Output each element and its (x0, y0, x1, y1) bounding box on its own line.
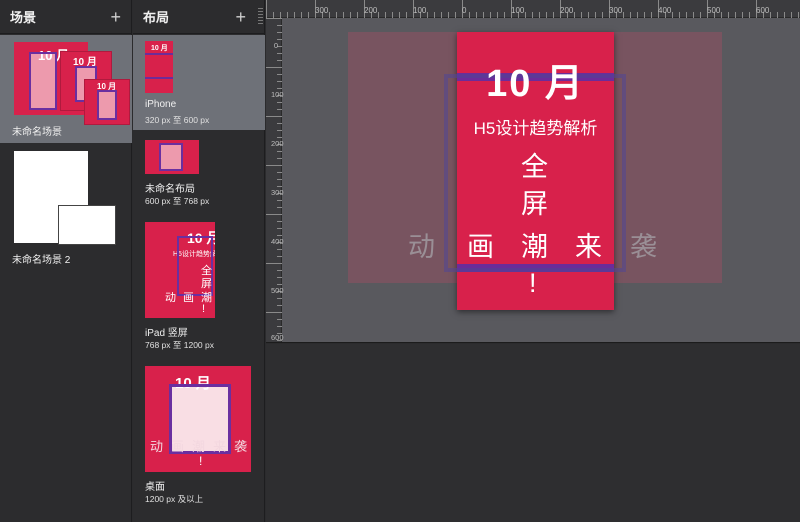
ruler-label: 100 (413, 6, 427, 15)
thumb-exclaim: ! (202, 303, 206, 315)
poster-char-ping[interactable]: 屏 (521, 182, 548, 221)
layout-item-unnamed[interactable]: 未命名布局 600 px 至 768 px (133, 134, 265, 212)
scene-2-thumbnail-small (58, 205, 116, 245)
thumb-row-text: 动画潮 (165, 292, 215, 304)
scene-item-1[interactable]: 10 月 10 月 10 月 未命名场景 (0, 35, 132, 143)
layouts-panel: 布局 + 10 月 iPhone 320 px 至 600 px 未命名布局 6… (133, 0, 265, 522)
ruler-label: 400 (658, 6, 672, 15)
layout-ipad-thumbnail: 10 月 H5设计趋势解析 全 屏 动画潮 ! (145, 222, 215, 318)
ruler-label: 0 (273, 41, 279, 50)
ruler-label: 600 (271, 333, 284, 342)
poster-char-chao[interactable]: 潮 (521, 225, 548, 264)
thumb-title: 10 月 (151, 45, 168, 52)
layout-unnamed-name: 未命名布局 (145, 184, 195, 195)
ruler-label: 100 (271, 90, 284, 99)
ruler-label: 200 (364, 6, 378, 15)
scenes-title: 场景 (10, 10, 37, 25)
thumb-row-text: 动画潮来袭 (150, 439, 251, 454)
vertical-ruler: 0 100 200 300 400 500 600 (266, 18, 284, 342)
thumb-bar (145, 77, 173, 79)
layout-ipad-range: 768 px 至 1200 px (145, 340, 214, 350)
lower-workspace (266, 344, 800, 522)
layout-item-iphone[interactable]: 10 月 iPhone 320 px 至 600 px (133, 35, 265, 130)
layouts-title: 布局 (143, 10, 170, 25)
poster-char-hua[interactable]: 画 (467, 225, 494, 264)
ruler-label: 300 (609, 6, 623, 15)
layouts-header: 布局 + (133, 0, 264, 34)
ruler-label: 200 (271, 139, 284, 148)
layout-desktop-thumbnail: 10 月 动画潮来袭 ! (145, 366, 251, 472)
scene-1-label: 未命名场景 (12, 127, 62, 138)
scene-item-2[interactable]: 未命名场景 2 (0, 145, 132, 267)
poster-char-lai[interactable]: 来 (575, 225, 602, 264)
thumb-frame (159, 143, 183, 171)
ruler-label: 200 (560, 6, 574, 15)
layout-desktop-name: 桌面 (145, 482, 165, 493)
layout-item-desktop[interactable]: 10 月 动画潮来袭 ! 桌面 1200 px 及以上 (133, 362, 265, 512)
ruler-label: 600 (756, 6, 770, 15)
ghost-char-dong: 动 (408, 232, 435, 262)
add-layout-plus-icon[interactable]: + (235, 8, 246, 26)
design-canvas[interactable]: 300 200 100 0 100 200 300 400 500 600 0 … (266, 0, 800, 343)
ruler-label: 300 (315, 6, 329, 15)
scenes-header: 场景 + (0, 0, 131, 34)
layout-iphone-thumbnail: 10 月 (145, 41, 173, 93)
layout-ipad-name: iPad 竖屏 (145, 328, 188, 339)
thumb-bar (145, 53, 173, 55)
thumb-frame (29, 52, 57, 110)
thumb-frame-mini (97, 90, 117, 120)
layout-item-ipad[interactable]: 10 月 H5设计趋势解析 全 屏 动画潮 ! iPad 竖屏 768 px 至… (133, 218, 265, 356)
horizontal-ruler: 300 200 100 0 100 200 300 400 500 600 (266, 0, 800, 18)
panel-resize-handle[interactable] (258, 8, 263, 26)
add-scene-plus-icon[interactable]: + (110, 8, 121, 26)
poster-exclaim[interactable]: ! (529, 268, 537, 299)
layout-iphone-name: iPhone (145, 99, 177, 110)
ruler-label: 100 (511, 6, 525, 15)
ruler-label: 500 (707, 6, 721, 15)
thumb-exclaim: ! (199, 454, 203, 468)
layout-unnamed-thumbnail (145, 140, 199, 174)
ruler-label: 0 (462, 6, 467, 15)
scenes-panel: 场景 + 10 月 10 月 10 月 未命名场景 未命名场景 2 (0, 0, 132, 522)
layout-iphone-range: 320 px 至 600 px (145, 115, 210, 125)
layout-unnamed-range: 600 px 至 768 px (145, 196, 210, 206)
ruler-label: 300 (271, 188, 284, 197)
poster-subtitle[interactable]: H5设计趋势解析 (457, 114, 614, 139)
scene-1-thumbnail-mini: 10 月 (84, 79, 130, 125)
ruler-label: 500 (271, 286, 284, 295)
scene-2-label: 未命名场景 2 (12, 255, 71, 266)
ghost-char-xi: 袭 (630, 232, 657, 262)
ruler-label: 400 (271, 237, 284, 246)
poster-char-quan[interactable]: 全 (521, 145, 548, 184)
poster-title[interactable]: 10 月 (457, 52, 614, 107)
layout-desktop-range: 1200 px 及以上 (145, 494, 204, 504)
